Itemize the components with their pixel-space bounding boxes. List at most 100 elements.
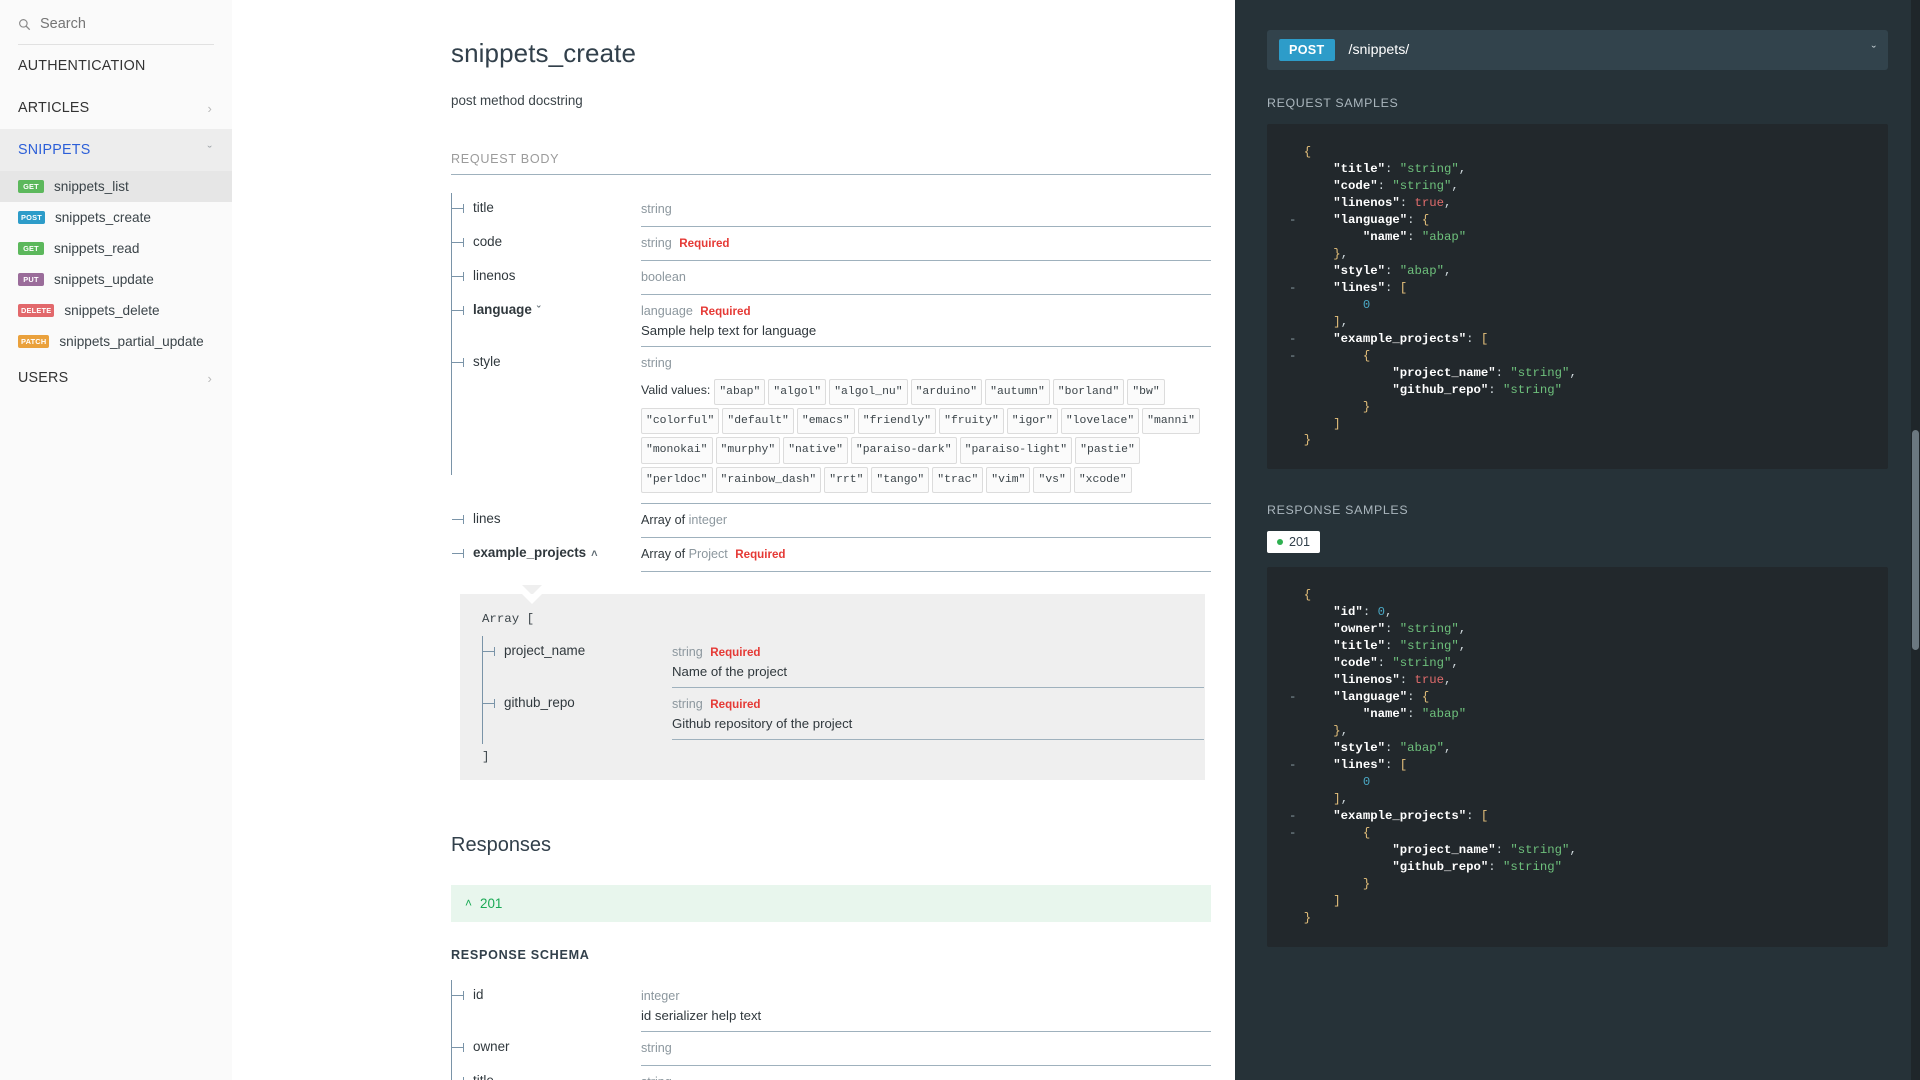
response-status-tab-201[interactable]: 201 — [1267, 531, 1321, 554]
method-badge-patch: PATCH — [18, 335, 50, 348]
valid-value-chip: "manni" — [1142, 408, 1201, 435]
sidebar-item-label: USERS — [18, 370, 69, 386]
operation-label: snippets_delete — [64, 303, 160, 318]
valid-value-chip: "monokai" — [641, 437, 713, 464]
response-status-banner-201[interactable]: ˄ 201 — [451, 884, 1211, 922]
table-row: owner string — [451, 1032, 1211, 1066]
main-inner: snippets_create post method docstring RE… — [232, 0, 1235, 1080]
sidebar-item-users[interactable]: USERS › — [0, 357, 232, 399]
sidebar-operation-snippets-partial-update[interactable]: PATCH snippets_partial_update — [0, 326, 232, 357]
valid-value-chip: "paraiso-light" — [959, 437, 1073, 464]
operation-label: snippets_update — [54, 272, 154, 287]
table-row: id integer id serializer help text — [451, 980, 1211, 1032]
valid-value-chip: "paraiso-dark" — [850, 437, 957, 464]
request-samples-label: REQUEST SAMPLES — [1267, 96, 1399, 110]
field-name-language[interactable]: language ˇ — [451, 295, 641, 324]
table-row: linenos boolean — [451, 261, 1211, 295]
field-type: integer — [641, 988, 680, 1003]
sidebar-operation-snippets-list[interactable]: GET snippets_list — [0, 171, 232, 202]
field-name: id — [451, 980, 641, 1009]
field-name: project_name — [482, 636, 672, 665]
sidebar-item-label: AUTHENTICATION — [18, 58, 146, 74]
field-name: github_repo — [482, 688, 672, 717]
method-badge-put: PUT — [18, 273, 44, 286]
status-dot-icon — [1277, 539, 1283, 546]
sidebar-operation-snippets-delete[interactable]: DELETE snippets_delete — [0, 295, 232, 326]
field-value: string Required — [641, 227, 1211, 261]
field-value: string — [641, 193, 1211, 227]
operation-label: snippets_list — [54, 179, 129, 194]
field-type: language — [641, 304, 693, 318]
field-help: Sample help text for language — [641, 323, 817, 338]
sidebar-item-authentication[interactable]: AUTHENTICATION — [0, 45, 232, 87]
array-close-token: ] — [482, 749, 490, 764]
field-type: boolean — [641, 270, 686, 284]
responses-heading: Responses — [451, 833, 552, 856]
field-name-example-projects[interactable]: example_projects ˄ — [451, 538, 641, 567]
method-badge-get: GET — [18, 242, 44, 255]
table-row: title string — [451, 1066, 1211, 1080]
response-schema-label: RESPONSE SCHEMA — [451, 947, 590, 962]
field-name: lines — [451, 504, 641, 533]
sidebar-nav: AUTHENTICATION ARTICLES › SNIPPETS ˇ GET… — [0, 45, 232, 399]
operation-label: snippets_partial_update — [59, 334, 204, 349]
operation-label: snippets_read — [54, 241, 140, 256]
valid-value-chip: "tango" — [871, 466, 930, 493]
response-sample-code-block[interactable]: { "id": 0, "owner": "string", "title": "… — [1267, 567, 1888, 947]
right-panel-scrollbar-thumb[interactable] — [1912, 430, 1919, 650]
operation-label: snippets_create — [54, 210, 151, 225]
field-value: boolean — [641, 261, 1211, 295]
table-row: code string Required — [451, 227, 1211, 261]
field-help: Name of the project — [672, 663, 788, 679]
request-sample-code-block[interactable]: { "title": "string", "code": "string", "… — [1267, 124, 1888, 470]
field-value: string — [641, 1032, 1211, 1066]
table-row[interactable]: example_projects ˄ Array of Project Requi… — [451, 538, 1211, 572]
field-name: title — [451, 1066, 641, 1080]
valid-values-list: Valid values: "abap" "algol" "algol_nu" "ard… — [641, 378, 1211, 495]
right-panel-scrollbar-track[interactable] — [1911, 0, 1920, 1080]
valid-value-chip: "borland" — [1052, 379, 1125, 406]
valid-value-chip: "native" — [783, 437, 848, 464]
required-badge: Required — [735, 547, 786, 561]
field-value: string — [641, 1066, 1211, 1080]
sidebar-item-articles[interactable]: ARTICLES › — [0, 87, 232, 129]
sidebar-operation-snippets-create[interactable]: POST snippets_create — [0, 202, 232, 233]
valid-value-chip: "rrt" — [824, 466, 869, 493]
chevron-down-icon: ˇ — [536, 305, 541, 317]
field-name: example_projects — [473, 544, 587, 560]
field-type: Project — [688, 546, 728, 561]
table-row: project_name string Required Name of the… — [482, 636, 1204, 688]
sidebar-operation-snippets-update[interactable]: PUT snippets_update — [0, 264, 232, 295]
field-type: integer — [688, 512, 728, 527]
field-type-prefix: Array of — [641, 512, 689, 527]
valid-value-chip: "friendly" — [857, 408, 937, 435]
field-type: string — [641, 356, 672, 370]
field-name: linenos — [451, 261, 641, 290]
table-row[interactable]: language ˇ language Required Sample help … — [451, 295, 1211, 347]
field-type: string — [641, 202, 672, 216]
method-badge-post: POST — [18, 211, 45, 224]
valid-value-chip: "fruity" — [939, 408, 1004, 435]
search-box[interactable] — [0, 0, 232, 44]
valid-value-chip: "emacs" — [796, 408, 855, 435]
valid-value-chip: "vim" — [986, 466, 1031, 493]
field-help: Github repository of the project — [672, 715, 853, 731]
table-row: github_repo string Required Github repos… — [482, 688, 1204, 740]
field-type: string — [641, 236, 672, 250]
endpoint-url-bar[interactable]: POST /snippets/ ˇ — [1267, 30, 1888, 70]
table-row: lines Array of integer — [451, 504, 1211, 538]
request-sample-code: { "title": "string", "code": "string", "… — [1289, 145, 1577, 448]
valid-value-chip: "pastie" — [1075, 437, 1140, 464]
field-value: Array of integer — [641, 504, 1211, 538]
field-value: language Required Sample help text for l… — [641, 295, 1211, 347]
nested-notch — [522, 593, 542, 604]
sidebar-item-snippets[interactable]: SNIPPETS ˇ — [0, 129, 232, 171]
valid-values-label: Valid values: — [641, 383, 711, 397]
valid-value-chip: "algol" — [768, 379, 827, 406]
valid-value-chip: "murphy" — [715, 437, 781, 464]
request-body-label: REQUEST BODY — [451, 152, 1211, 175]
sidebar-operation-snippets-read[interactable]: GET snippets_read — [0, 233, 232, 264]
search-input[interactable] — [40, 16, 205, 32]
table-row: title string — [451, 193, 1211, 227]
field-value: string Required Github repository of the… — [672, 688, 1204, 740]
